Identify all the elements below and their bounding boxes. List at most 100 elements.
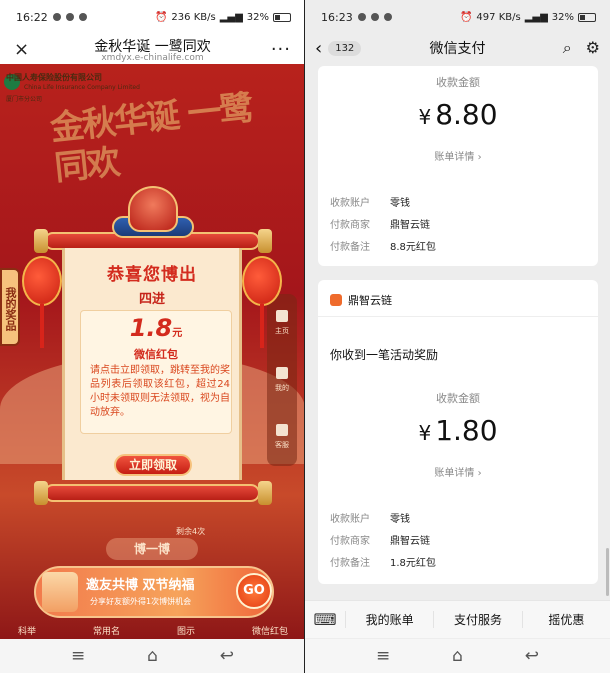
payment-card: 鼎智云链 你收到一笔活动奖励 收款金额 ¥1.80 账单详情 › 收款账户 零钱 …	[318, 280, 598, 584]
info-row: 付款商家 鼎智云链	[330, 220, 430, 231]
merchant-logo-icon	[330, 294, 342, 306]
lantern-icon	[22, 256, 62, 306]
status-time: 16:23	[321, 10, 353, 24]
merchant-header[interactable]: 鼎智云链	[330, 292, 392, 308]
prize-type: 微信红包	[134, 348, 178, 361]
invite-banner-subtitle: 分享好友额外得1次博饼机会	[90, 597, 192, 606]
battery-level: 32%	[551, 11, 574, 23]
home-icon	[276, 309, 288, 322]
prize-description: 请点击立即领取，跳转至我的奖品列表后领取该红包，超过24小时未领取则无法领取，视…	[90, 365, 230, 418]
info-row: 付款备注 1.8元红包	[330, 558, 436, 569]
scroll-bottom-rod	[44, 484, 260, 502]
amount-label: 收款金额	[436, 392, 480, 405]
page-url: xmdyx.e-chinalife.com	[101, 53, 204, 63]
payment-card: 收款金额 ¥8.80 账单详情 › 收款账户 零钱 付款商家 鼎智云链 付款备注 8.…	[318, 66, 598, 266]
go-button[interactable]: GO	[236, 573, 272, 609]
company-name-en: China Life Insurance Company Limited	[24, 84, 140, 91]
app-icon	[383, 13, 392, 21]
home-icon[interactable]: ⌂	[452, 646, 463, 666]
table-header-cell: 微信红包	[251, 627, 288, 637]
table-header-cell: 科举	[18, 627, 37, 637]
back-icon[interactable]: ↩	[220, 646, 234, 666]
lantern-icon	[242, 256, 282, 306]
bill-detail-link[interactable]: 账单详情 ›	[318, 464, 598, 479]
menu-icon[interactable]: ≡	[71, 646, 85, 666]
divider	[318, 316, 598, 317]
right-screen: 16:23 ⏰ 497 KB/s ▂▄▆ 32% ‹ 132 微信支付 ⌕ ⚙ …	[305, 0, 610, 673]
chat-icon	[65, 13, 74, 21]
amount-label: 收款金额	[436, 76, 480, 89]
user-icon	[276, 366, 288, 379]
side-nav-service[interactable]: 客服	[267, 408, 297, 465]
event-title-art: 金秋华诞 一鹭同欢	[48, 88, 254, 189]
menu-pay-service[interactable]: 支付服务	[433, 611, 521, 628]
alarm-icon: ⏰	[459, 11, 473, 23]
prize-table-header: 科举 常用名 图示 微信红包	[18, 624, 288, 639]
close-icon[interactable]: ×	[14, 39, 29, 60]
company-name: 中国人寿保险股份有限公司	[6, 73, 102, 82]
menu-icon[interactable]: ≡	[376, 646, 390, 666]
info-row: 付款备注 8.8元红包	[330, 242, 436, 253]
status-bar: 16:23 ⏰ 497 KB/s ▂▄▆ 32%	[305, 0, 610, 34]
congrats-text: 恭喜您博出	[107, 265, 197, 285]
left-screen: 16:22 ⏰ 236 KB/s ▂▄▆ 32% × 金秋华诞 一鹭同欢 xmd…	[0, 0, 305, 673]
bill-detail-link[interactable]: 账单详情 ›	[318, 148, 598, 163]
status-time: 16:22	[16, 10, 48, 24]
search-icon[interactable]: ⌕	[563, 38, 572, 58]
round-result: 四进	[138, 292, 165, 307]
alarm-icon: ⏰	[154, 11, 168, 23]
status-bar: 16:22 ⏰ 236 KB/s ▂▄▆ 32%	[0, 0, 305, 34]
notice-text: 你收到一笔活动奖励	[330, 348, 439, 362]
branch-name: 厦门市分公司	[6, 96, 43, 103]
lantern-tassel	[260, 304, 264, 348]
battery-level: 32%	[246, 11, 269, 23]
signal-icon: ▂▄▆	[219, 11, 243, 23]
my-prizes-tab[interactable]: 我的奖品	[0, 268, 20, 346]
more-icon[interactable]: ···	[271, 39, 291, 60]
prize-amount: 1.8元	[129, 314, 183, 342]
info-row: 收款账户 零钱	[330, 198, 410, 209]
app-icon	[78, 13, 87, 21]
browser-header: × 金秋华诞 一鹭同欢 xmdyx.e-chinalife.com ···	[0, 34, 305, 64]
side-nav: 主页 我的 客服	[267, 294, 297, 466]
keyboard-icon[interactable]: ⌨	[305, 610, 345, 629]
claim-now-button[interactable]: 立即领取	[114, 454, 192, 476]
menu-my-bills[interactable]: 我的账单	[345, 611, 433, 628]
signal-icon: ▂▄▆	[524, 11, 548, 23]
headset-icon	[276, 423, 288, 436]
gift-box-icon	[42, 572, 78, 612]
game-area: 中国人寿保险股份有限公司 China Life Insurance Compan…	[0, 64, 305, 639]
notification-icon	[357, 13, 366, 21]
invite-banner-title: 邀友共博 双节纳福	[86, 578, 195, 593]
scroll-bottom-end-left	[34, 481, 48, 505]
amount-value: ¥8.80	[418, 98, 498, 131]
info-row: 收款账户 零钱	[330, 514, 410, 525]
back-icon[interactable]: ↩	[525, 646, 539, 666]
scrollbar[interactable]	[606, 548, 609, 596]
battery-icon	[578, 12, 596, 22]
scroll-top-end-right	[258, 229, 272, 253]
table-header-cell: 图示	[176, 627, 195, 637]
scroll-top-end-left	[34, 229, 48, 253]
crown-icon	[128, 186, 178, 232]
system-nav-bar: ≡ ⌂ ↩	[0, 639, 305, 673]
system-nav-bar: ≡ ⌂ ↩	[305, 639, 610, 673]
side-nav-mine[interactable]: 我的	[267, 351, 297, 408]
bo-yi-bo-button[interactable]: 博一博	[106, 538, 198, 560]
gear-icon[interactable]: ⚙	[586, 38, 600, 58]
battery-icon	[273, 12, 291, 22]
invite-banner[interactable]: 邀友共博 双节纳福 分享好友额外得1次博饼机会 GO	[34, 566, 274, 618]
wechat-pay-header: ‹ 132 微信支付 ⌕ ⚙	[305, 34, 610, 62]
network-speed: 236 KB/s	[171, 11, 216, 23]
home-icon[interactable]: ⌂	[147, 646, 158, 666]
lantern-tassel	[40, 304, 44, 348]
scroll-bottom-end-right	[258, 481, 272, 505]
table-header-cell: 常用名	[92, 627, 120, 637]
amount-value: ¥1.80	[418, 414, 498, 447]
remaining-count: 剩余4次	[176, 527, 206, 536]
menu-shake-discount[interactable]: 摇优惠	[521, 611, 610, 628]
notification-icon	[52, 13, 61, 21]
chat-icon	[370, 13, 379, 21]
network-speed: 497 KB/s	[476, 11, 521, 23]
bottom-menu: ⌨ 我的账单 支付服务 摇优惠	[305, 600, 610, 638]
